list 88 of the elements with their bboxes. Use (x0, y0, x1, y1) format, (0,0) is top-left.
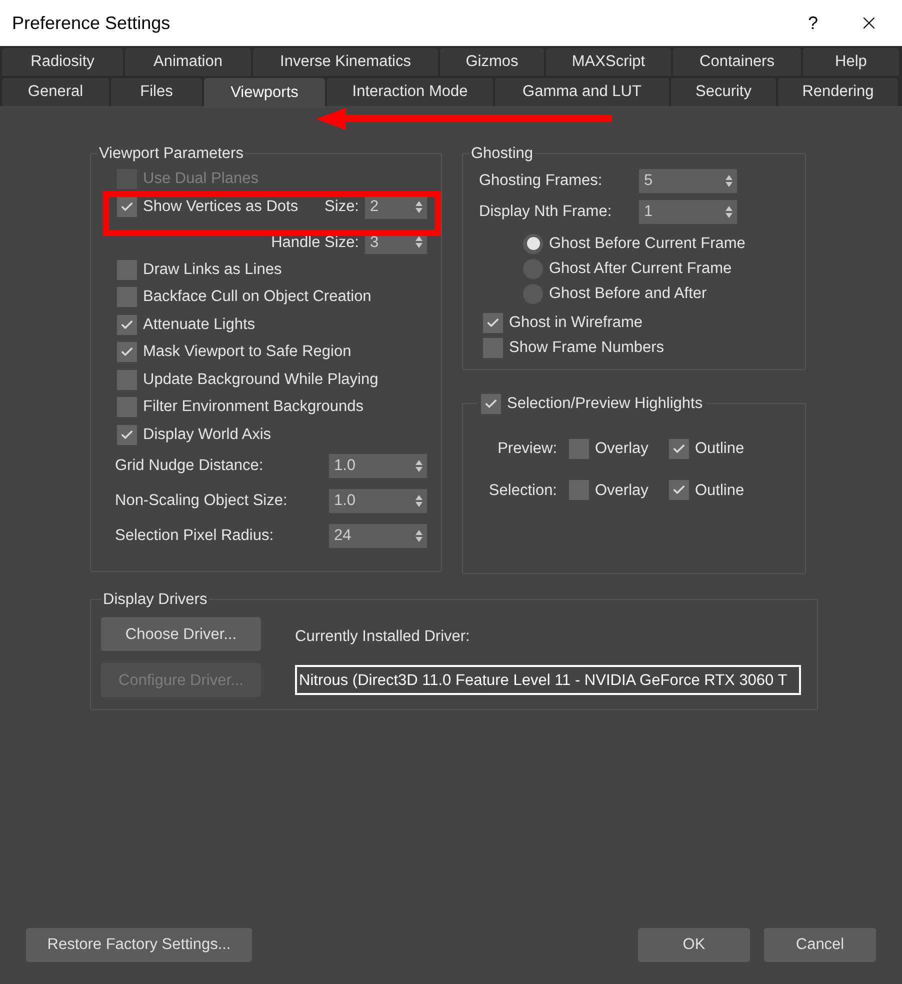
checkbox-label: Filter Environment Backgrounds (143, 397, 364, 418)
check-icon (120, 428, 134, 442)
driver-label: Currently Installed Driver: (295, 627, 471, 648)
spinner-arrows-icon (415, 200, 423, 214)
checkbox-label: Show Frame Numbers (509, 338, 664, 358)
radio-label: Ghost After Current Frame (549, 259, 732, 280)
checkbox[interactable] (569, 438, 589, 459)
check-icon (486, 316, 500, 330)
checkbox[interactable] (117, 397, 137, 417)
checkbox[interactable] (483, 338, 503, 358)
spinner-field[interactable]: 1.0 (329, 454, 427, 478)
checkbox-label: Overlay (595, 439, 648, 460)
group-title: Selection/Preview Highlights (507, 394, 703, 414)
spinner-arrows-icon (415, 528, 423, 543)
tab[interactable]: General (2, 78, 109, 106)
spinner-arrows-icon (725, 204, 733, 219)
ok-button[interactable]: OK (638, 928, 750, 962)
checkbox[interactable] (117, 287, 137, 307)
tab[interactable]: Viewports (204, 78, 325, 108)
checkbox[interactable] (669, 438, 689, 459)
spinner-field[interactable]: 24 (329, 524, 427, 548)
tab[interactable]: Inverse Kinematics (253, 48, 438, 76)
checkbox[interactable] (117, 424, 137, 444)
checkbox-label: Update Background While Playing (143, 370, 378, 390)
tab[interactable]: MAXScript (546, 48, 671, 76)
size-label: Size: (324, 197, 359, 218)
checkbox[interactable] (117, 260, 137, 280)
window-title: Preference Settings (12, 12, 170, 35)
help-button[interactable]: ? (790, 0, 836, 46)
checkbox-label: Display World Axis (143, 424, 272, 445)
row-label: Preview: (496, 439, 558, 460)
tab[interactable]: Containers (673, 48, 801, 76)
checkbox-label: Outline (695, 480, 744, 500)
checkbox-label: Ghost in Wireframe (509, 313, 643, 334)
driver-button[interactable]: Choose Driver... (101, 617, 261, 652)
field-label: Display Nth Frame: (479, 202, 613, 222)
driver-field[interactable]: Nitrous (Direct3D 11.0 Feature Level 11 - NVIDIA GeForce RTX 3060 T (295, 665, 801, 696)
check-icon (672, 442, 686, 456)
group-title: Display Drivers (102, 590, 208, 610)
tab[interactable]: Rendering (778, 78, 898, 106)
check-icon (120, 200, 134, 214)
radio-label: Ghost Before Current Frame (549, 234, 746, 254)
tab[interactable]: Radiosity (2, 48, 123, 76)
spinner-arrows-icon (415, 235, 423, 250)
checkbox[interactable] (481, 394, 501, 414)
checkbox-label: Draw Links as Lines (143, 260, 282, 280)
spinner-field[interactable]: 5 (639, 168, 737, 193)
checkbox-label: Attenuate Lights (143, 314, 256, 335)
checkbox-label: Use Dual Planes (143, 169, 258, 190)
spinner-field[interactable]: 1.0 (329, 488, 427, 513)
tab[interactable]: Help (803, 48, 899, 76)
radio-button[interactable] (523, 234, 543, 254)
tab[interactable]: Animation (125, 48, 251, 76)
check-icon (484, 396, 498, 411)
spinner-field[interactable]: 1 (639, 200, 737, 224)
tab[interactable]: Gamma and LUT (495, 78, 669, 106)
spinner-arrows-icon (415, 494, 423, 508)
tab[interactable]: Security (671, 78, 776, 106)
restore-button[interactable]: Restore Factory Settings... (26, 928, 252, 962)
row-label: Selection: (488, 480, 558, 500)
checkbox[interactable] (117, 196, 137, 217)
check-icon (120, 318, 134, 332)
tab[interactable]: Interaction Mode (327, 78, 493, 106)
spinner-arrows-icon (725, 174, 733, 188)
checkbox-label: Mask Viewport to Safe Region (143, 342, 352, 362)
cancel-button[interactable]: Cancel (764, 928, 876, 962)
field-label: Non-Scaling Object Size: (115, 491, 288, 512)
check-icon (120, 345, 134, 359)
checkbox[interactable] (117, 342, 137, 362)
checkbox-label: Show Vertices as Dots (143, 197, 298, 218)
tab[interactable]: Gizmos (440, 48, 544, 76)
checkbox[interactable] (117, 370, 137, 390)
group-title: Ghosting (470, 144, 534, 164)
checkbox[interactable] (569, 480, 589, 500)
group-title: Viewport Parameters (98, 144, 244, 164)
field-label: Selection Pixel Radius: (115, 526, 274, 546)
checkbox-label: Backface Cull on Object Creation (143, 287, 372, 308)
field-label: Ghosting Frames: (479, 171, 604, 192)
spinner-arrows-icon (415, 458, 423, 473)
checkbox[interactable] (117, 314, 137, 334)
radio-label: Ghost Before and After (549, 284, 707, 304)
handle-size-label: Handle Size: (271, 232, 359, 253)
tab[interactable]: Files (111, 78, 202, 106)
field-label: Grid Nudge Distance: (115, 456, 264, 476)
checkbox[interactable] (669, 480, 689, 500)
checkbox-label: Outline (695, 439, 744, 460)
checkbox[interactable] (483, 312, 503, 333)
checkbox-label: Overlay (595, 480, 648, 500)
